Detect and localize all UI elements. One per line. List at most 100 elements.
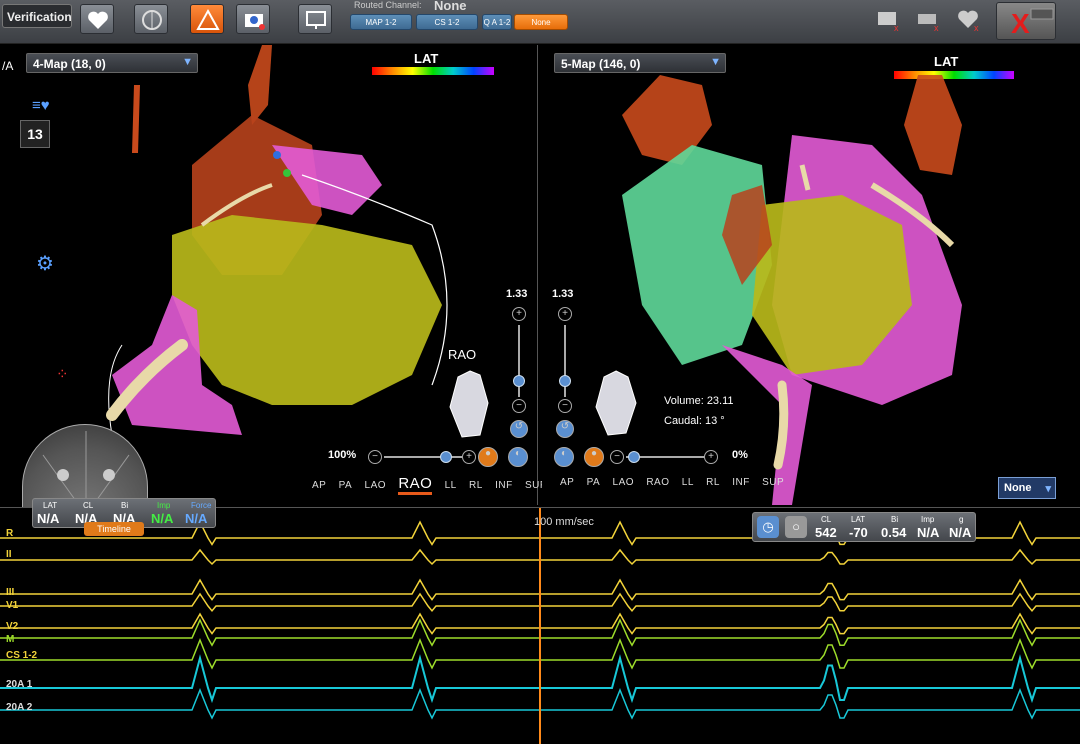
view-lao[interactable]: LAO — [365, 480, 387, 491]
map-panel-right[interactable]: 5-Map (146, 0) ▼ LAT 1.33 + − ↺ Volume: … — [542, 45, 1080, 505]
lead-label: 20A 1 — [6, 679, 33, 690]
view-pa[interactable]: PA — [339, 480, 353, 491]
volume-readout: Volume: 23.11 — [664, 395, 734, 407]
lead-label: V1 — [6, 600, 19, 611]
heart-orientation-icon[interactable] — [586, 363, 646, 443]
opacity-minus-icon[interactable]: − — [610, 450, 624, 464]
timeline-button[interactable]: Timeline — [84, 522, 144, 536]
reset-view-icon[interactable]: ↺ — [510, 420, 528, 438]
ribbon-header: Bi — [891, 515, 899, 524]
volume-label: Volume: — [664, 395, 704, 407]
screen-icon[interactable]: x — [874, 4, 904, 34]
view-rl[interactable]: RL — [706, 477, 720, 488]
ribbon-value: N/A — [37, 511, 60, 526]
view-inf[interactable]: INF — [495, 480, 513, 491]
ribbon-header: CL — [821, 515, 832, 524]
zoom-scale: 1.33 — [506, 288, 528, 300]
lead-label: III — [6, 587, 15, 598]
svg-text:x: x — [974, 23, 979, 33]
view-rl[interactable]: RL — [469, 480, 483, 491]
ribbon-header: Bi — [121, 501, 129, 510]
ribbon-header: Imp — [157, 501, 171, 510]
heart-add-icon[interactable] — [80, 4, 114, 34]
clock-icon[interactable]: ◷ — [757, 516, 779, 538]
chip-map12[interactable]: MAP 1-2 — [350, 14, 412, 30]
view-ap[interactable]: AP — [312, 480, 326, 491]
caudal-value: 13 ° — [704, 415, 725, 427]
opacity-knob[interactable] — [440, 451, 452, 463]
heart-orientation-icon[interactable] — [440, 363, 500, 443]
settings-icon[interactable]: ○ — [785, 516, 807, 538]
camera-icon[interactable] — [236, 4, 270, 34]
zoom-plus-icon[interactable]: + — [512, 307, 526, 321]
right-annotation-ribbon[interactable]: ◷ ○ CL LAT Bi Imp g 542 -70 0.54 N/A N/A — [752, 512, 976, 542]
ecg-traces — [0, 508, 1080, 744]
light-icon[interactable]: ◐ — [508, 447, 528, 467]
opacity-plus-icon[interactable]: + — [704, 450, 718, 464]
opacity-value: 0% — [732, 449, 748, 461]
chip-cs12[interactable]: CS 1-2 — [416, 14, 478, 30]
chevron-down-icon: ▾ — [1045, 483, 1051, 495]
rs-dial-icon[interactable] — [134, 4, 168, 34]
ribbon-value: 542 — [815, 525, 837, 540]
light-icon[interactable]: ◐ — [554, 447, 574, 467]
zoom-plus-icon[interactable]: + — [558, 307, 572, 321]
ecg-strip[interactable]: 100 mm/sec R II III V1 V2 M CS 1-2 20A 1… — [0, 498, 1080, 744]
view-lao[interactable]: LAO — [613, 477, 635, 488]
close-x-icon[interactable]: X — [996, 2, 1056, 40]
opacity-plus-icon[interactable]: + — [462, 450, 476, 464]
ribbon-value: N/A — [185, 511, 208, 526]
reset-view-icon[interactable]: ↺ — [556, 420, 574, 438]
ribbon-header: Force — [191, 501, 212, 510]
routed-channel-value: None — [434, 0, 467, 13]
opacity-knob[interactable] — [628, 451, 640, 463]
view-buttons: AP PA LAO RAO LL RL INF SUP — [312, 475, 556, 495]
catheter-icon[interactable]: x — [914, 4, 944, 34]
chip-qa12[interactable]: Q A 1-2 — [482, 14, 512, 30]
color-map-icon[interactable]: ● — [584, 447, 604, 467]
sweep-speed: 100 mm/sec — [534, 516, 594, 528]
chip-none[interactable]: None — [514, 14, 568, 30]
monitor-icon[interactable] — [298, 4, 332, 34]
verification-button[interactable]: Verification — [2, 4, 72, 28]
view-rao[interactable]: RAO — [646, 477, 669, 488]
ribbon-header: g — [959, 515, 964, 524]
ribbon-header: CL — [83, 501, 94, 510]
gear-icon[interactable]: ⚙ — [36, 251, 54, 276]
none-dropdown-value: None — [1004, 482, 1032, 494]
view-inf[interactable]: INF — [732, 477, 750, 488]
zoom-knob[interactable] — [559, 375, 571, 387]
ribbon-header: Imp — [921, 515, 935, 524]
ribbon-header: LAT — [851, 515, 866, 524]
grid-points-icon[interactable]: ⁘ — [56, 365, 69, 383]
triangle-alert-icon[interactable] — [190, 4, 224, 34]
lead-label: R — [6, 528, 14, 539]
lead-label: 20A 2 — [6, 702, 33, 713]
color-map-icon[interactable]: ● — [478, 447, 498, 467]
ribbon-value: -70 — [849, 525, 868, 540]
lead-label: M — [6, 634, 15, 645]
zoom-minus-icon[interactable]: − — [512, 399, 526, 413]
svg-text:x: x — [934, 23, 939, 33]
none-dropdown[interactable]: None ▾ — [998, 477, 1056, 499]
filter-heart-icon[interactable]: ≡♥ — [32, 97, 50, 114]
zoom-knob[interactable] — [513, 375, 525, 387]
heart-icon[interactable]: x — [954, 4, 984, 34]
view-rao[interactable]: RAO — [398, 475, 433, 495]
ribbon-value: N/A — [917, 525, 940, 540]
routed-channel-label: Routed Channel: — [354, 0, 422, 10]
left-side-strip: /A — [0, 45, 22, 505]
view-sup[interactable]: SUP — [762, 477, 784, 488]
counter-box[interactable]: 13 — [20, 120, 50, 148]
view-ll[interactable]: LL — [445, 480, 457, 491]
side-tab-a: /A — [2, 59, 14, 73]
zoom-minus-icon[interactable]: − — [558, 399, 572, 413]
opacity-minus-icon[interactable]: − — [368, 450, 382, 464]
view-ll[interactable]: LL — [682, 477, 694, 488]
ribbon-value: N/A — [949, 525, 972, 540]
lead-label: CS 1-2 — [6, 650, 38, 661]
caudal-label: Caudal: — [664, 415, 702, 427]
view-ap[interactable]: AP — [560, 477, 574, 488]
view-pa[interactable]: PA — [587, 477, 601, 488]
zoom-scale: 1.33 — [552, 288, 574, 300]
